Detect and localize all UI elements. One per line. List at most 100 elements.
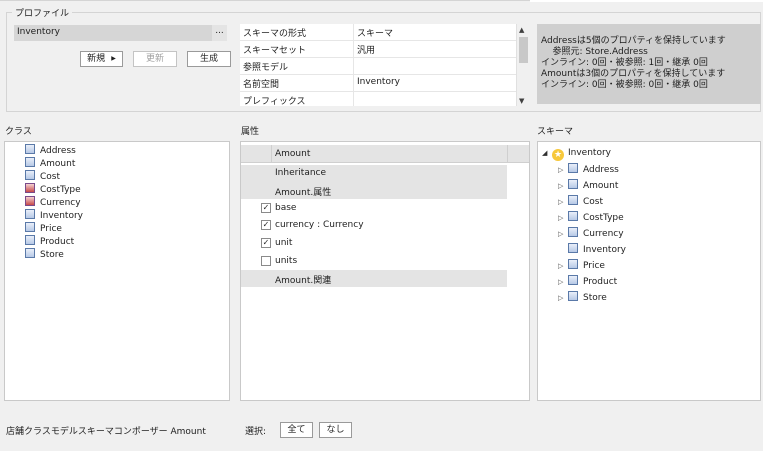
- class-item-label: Address: [40, 146, 76, 156]
- update-button[interactable]: 更新: [133, 51, 177, 67]
- info-line: インライン: 0回・被参照: 0回・継承 0回: [541, 80, 708, 90]
- property-key: 名前空間: [243, 80, 280, 90]
- new-button[interactable]: 新規 ▶: [80, 51, 123, 67]
- check-icon[interactable]: ✓: [261, 203, 271, 213]
- class-item-inventory[interactable]: Inventory: [25, 209, 83, 222]
- class-item-price[interactable]: Price: [25, 222, 62, 235]
- class-item-label: Cost: [40, 172, 61, 182]
- attribute-name: unit: [275, 238, 293, 248]
- class-item-cost[interactable]: Cost: [25, 170, 60, 183]
- property-key: 参照モデル: [243, 63, 289, 73]
- expand-arrow-icon[interactable]: ▷: [558, 276, 568, 289]
- inheritance-group[interactable]: Inheritance: [241, 165, 507, 182]
- class-item-currency[interactable]: Currency: [25, 196, 81, 209]
- unchecked-box[interactable]: [261, 256, 271, 266]
- attribute-list-header: Amount: [241, 145, 529, 163]
- class-item-label: Product: [40, 237, 75, 247]
- class-item-product[interactable]: Product: [25, 235, 74, 248]
- scrollbar-thumb[interactable]: [519, 37, 528, 63]
- relations-group[interactable]: Amount.関連: [241, 270, 507, 287]
- class-icon: [25, 144, 35, 154]
- schema-root-label: Inventory: [568, 148, 611, 158]
- expand-arrow-icon[interactable]: ▷: [558, 164, 568, 177]
- profile-name-field[interactable]: Inventory: [14, 25, 212, 41]
- schema-node-product[interactable]: ▷ Product: [558, 275, 617, 288]
- check-icon[interactable]: ✓: [261, 238, 271, 248]
- schema-node-label: Store: [583, 293, 607, 303]
- expand-arrow-icon[interactable]: ▷: [558, 180, 568, 193]
- header-divider: [507, 145, 508, 163]
- class-icon: [568, 211, 578, 221]
- generate-button[interactable]: 生成: [187, 51, 231, 67]
- schema-node-inventory[interactable]: Inventory: [558, 243, 626, 256]
- schema-node-label: Address: [583, 165, 619, 175]
- expand-arrow-icon[interactable]: ▷: [558, 260, 568, 273]
- profile-group-label: プロファイル: [12, 6, 73, 19]
- class-item-label: Store: [40, 250, 64, 260]
- property-row-reference-model[interactable]: 参照モデル: [240, 58, 516, 75]
- scroll-up-icon[interactable]: ▲: [519, 26, 524, 34]
- property-row-namespace[interactable]: 名前空間 Inventory: [240, 75, 516, 92]
- attribute-row-currency[interactable]: ✓ currency : Currency: [241, 217, 507, 234]
- class-item-amount[interactable]: Amount: [25, 157, 75, 170]
- relations-group-label: Amount.関連: [275, 276, 332, 286]
- property-key: スキーマの形式: [243, 29, 307, 39]
- schema-node-cost[interactable]: ▷ Cost: [558, 195, 603, 208]
- schema-node-store[interactable]: ▷ Store: [558, 291, 607, 304]
- class-item-label: CostType: [40, 185, 81, 195]
- class-icon: [25, 222, 35, 232]
- attribute-header-label: Amount: [275, 149, 311, 159]
- expand-arrow-icon[interactable]: ▷: [558, 228, 568, 241]
- class-item-label: Price: [40, 224, 62, 234]
- class-icon: [568, 195, 578, 205]
- schema-node-label: Product: [583, 277, 618, 287]
- schema-node-costtype[interactable]: ▷ CostType: [558, 211, 624, 224]
- classes-label: クラス: [5, 127, 32, 137]
- property-value: スキーマ: [357, 29, 394, 39]
- property-grid-scrollbar[interactable]: ▲ ▼: [516, 24, 530, 106]
- property-row-schema-set[interactable]: スキーマセット 汎用: [240, 41, 516, 58]
- property-value: 汎用: [357, 46, 376, 56]
- select-none-button[interactable]: なし: [319, 422, 352, 438]
- class-item-costtype[interactable]: CostType: [25, 183, 81, 196]
- enumeration-icon: [25, 196, 35, 206]
- schema-node-amount[interactable]: ▷ Amount: [558, 179, 618, 192]
- profile-browse-button[interactable]: ...: [212, 25, 227, 41]
- class-item-address[interactable]: Address: [25, 144, 76, 157]
- class-icon: [25, 170, 35, 180]
- collapse-arrow-icon[interactable]: ◢: [542, 147, 552, 160]
- expand-arrow-icon[interactable]: ▷: [558, 292, 568, 305]
- check-icon[interactable]: ✓: [261, 220, 271, 230]
- schema-node-label: CostType: [583, 213, 624, 223]
- attributes-label: 属性: [241, 127, 260, 137]
- schema-root-node[interactable]: ◢ ★ Inventory: [542, 147, 611, 161]
- class-icon: [568, 291, 578, 301]
- select-all-button[interactable]: 全て: [280, 422, 313, 438]
- info-line: インライン: 0回・被参照: 1回・継承 0回: [541, 58, 708, 68]
- schema-node-label: Price: [583, 261, 605, 271]
- attribute-row-unit[interactable]: ✓ unit: [241, 235, 507, 252]
- class-icon: [568, 163, 578, 173]
- property-row-schema-format[interactable]: スキーマの形式 スキーマ: [240, 24, 516, 41]
- attribute-name: base: [275, 203, 297, 213]
- attribute-row-units[interactable]: units: [241, 253, 507, 270]
- attribute-list: Amount Inheritance Amount.属性 ✓ base ✓ cu…: [240, 141, 530, 401]
- schema-node-price[interactable]: ▷ Price: [558, 259, 605, 272]
- star-icon: ★: [552, 149, 564, 161]
- expand-arrow-icon[interactable]: ▷: [558, 196, 568, 209]
- attribute-group-label: Amount.属性: [275, 188, 332, 198]
- top-divider-highlight: [530, 0, 763, 2]
- class-icon: [568, 243, 578, 253]
- attribute-row-base[interactable]: ✓ base: [241, 200, 507, 217]
- attribute-name: currency : Currency: [275, 220, 364, 230]
- attribute-group[interactable]: Amount.属性: [241, 182, 507, 199]
- property-row-prefix[interactable]: プレフィックス: [240, 92, 516, 109]
- schema-node-currency[interactable]: ▷ Currency: [558, 227, 624, 240]
- class-item-store[interactable]: Store: [25, 248, 64, 261]
- enumeration-icon: [25, 183, 35, 193]
- scroll-down-icon[interactable]: ▼: [519, 97, 524, 105]
- info-line: 参照元: Store.Address: [541, 47, 648, 57]
- schema-node-address[interactable]: ▷ Address: [558, 163, 619, 176]
- class-icon: [25, 209, 35, 219]
- expand-arrow-icon[interactable]: ▷: [558, 212, 568, 225]
